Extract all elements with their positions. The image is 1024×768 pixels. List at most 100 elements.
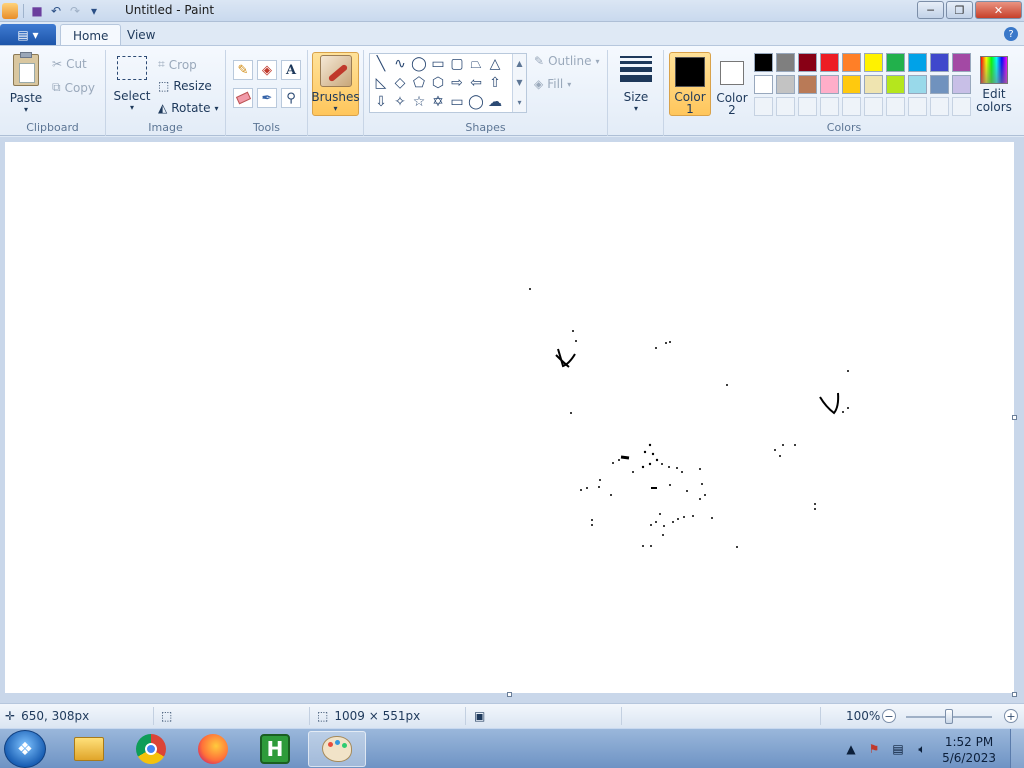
scroll-down-icon[interactable]: ▼ xyxy=(516,78,522,87)
paste-button[interactable]: Paste ▾ xyxy=(8,52,44,114)
zoom-out-button[interactable]: − xyxy=(882,709,896,723)
size-button[interactable]: Size ▾ xyxy=(618,56,654,113)
action-center-icon[interactable]: ⚑ xyxy=(866,741,882,757)
five-point-star-shape-icon[interactable]: ☆ xyxy=(410,93,428,111)
palette-swatch[interactable] xyxy=(754,53,773,72)
palette-swatch[interactable] xyxy=(930,75,949,94)
customize-qat-icon[interactable]: ▾ xyxy=(86,3,102,19)
palette-empty-swatch[interactable] xyxy=(952,97,971,116)
eraser-icon[interactable] xyxy=(233,88,253,108)
polygon-shape-icon[interactable]: ⏢ xyxy=(467,55,485,73)
palette-empty-swatch[interactable] xyxy=(908,97,927,116)
palette-swatch[interactable] xyxy=(776,75,795,94)
palette-empty-swatch[interactable] xyxy=(886,97,905,116)
show-hidden-icons[interactable]: ▲ xyxy=(843,741,859,757)
palette-swatch[interactable] xyxy=(908,53,927,72)
six-point-star-shape-icon[interactable]: ✡ xyxy=(429,93,447,111)
resize-button[interactable]: ⬚ Resize xyxy=(158,79,212,93)
palette-swatch[interactable] xyxy=(952,75,971,94)
taskbar-explorer[interactable] xyxy=(60,731,118,767)
rectangle-shape-icon[interactable]: ▭ xyxy=(429,55,447,73)
palette-empty-swatch[interactable] xyxy=(798,97,817,116)
palette-swatch[interactable] xyxy=(908,75,927,94)
palette-swatch[interactable] xyxy=(754,75,773,94)
oval-callout-shape-icon[interactable]: ◯ xyxy=(467,93,485,111)
close-button[interactable]: ✕ xyxy=(975,1,1022,19)
palette-swatch[interactable] xyxy=(798,53,817,72)
palette-swatch[interactable] xyxy=(798,75,817,94)
start-button[interactable]: ❖ xyxy=(4,730,46,768)
tab-home[interactable]: Home xyxy=(60,24,122,46)
select-dropdown-icon[interactable]: ▾ xyxy=(130,103,134,112)
rounded-rectangle-shape-icon[interactable]: ▢ xyxy=(448,55,466,73)
four-point-star-shape-icon[interactable]: ✧ xyxy=(391,93,409,111)
palette-swatch[interactable] xyxy=(886,53,905,72)
canvas-resize-handle-right[interactable] xyxy=(1012,415,1017,420)
zoom-in-button[interactable]: + xyxy=(1004,709,1018,723)
palette-swatch[interactable] xyxy=(952,53,971,72)
tab-view[interactable]: View xyxy=(115,24,167,46)
crop-button[interactable]: ⌗ Crop xyxy=(158,57,197,72)
curve-shape-icon[interactable]: ∿ xyxy=(391,55,409,73)
up-arrow-shape-icon[interactable]: ⇧ xyxy=(486,74,504,92)
color2-button[interactable]: Color 2 xyxy=(714,54,750,116)
app-menu-button[interactable]: ▤ ▾ xyxy=(0,24,56,45)
down-arrow-shape-icon[interactable]: ⇩ xyxy=(372,93,390,111)
paste-dropdown-icon[interactable]: ▾ xyxy=(24,105,28,114)
taskbar-paint[interactable] xyxy=(308,731,366,767)
save-icon[interactable]: ■ xyxy=(29,3,45,19)
color1-button[interactable]: Color 1 xyxy=(669,52,711,116)
taskbar-firefox[interactable] xyxy=(184,731,242,767)
color-picker-icon[interactable]: ✒ xyxy=(257,88,277,108)
palette-swatch[interactable] xyxy=(886,75,905,94)
fill-bucket-icon[interactable]: ◈ xyxy=(257,60,277,80)
palette-swatch[interactable] xyxy=(864,75,883,94)
canvas-resize-handle-bottom[interactable] xyxy=(507,692,512,697)
triangle-shape-icon[interactable]: △ xyxy=(486,55,504,73)
palette-empty-swatch[interactable] xyxy=(776,97,795,116)
outline-button[interactable]: ✎ Outline ▾ xyxy=(534,54,600,68)
edit-colors-button[interactable]: Edit colors xyxy=(974,54,1014,114)
palette-empty-swatch[interactable] xyxy=(930,97,949,116)
palette-swatch[interactable] xyxy=(820,75,839,94)
palette-empty-swatch[interactable] xyxy=(820,97,839,116)
fill-button[interactable]: ◈ Fill ▾ xyxy=(534,77,571,91)
paint-app-icon[interactable] xyxy=(2,3,18,19)
palette-empty-swatch[interactable] xyxy=(842,97,861,116)
zoom-slider-thumb[interactable] xyxy=(945,709,953,724)
pencil-icon[interactable]: ✎ xyxy=(233,60,253,80)
right-arrow-shape-icon[interactable]: ⇨ xyxy=(448,74,466,92)
pentagon-shape-icon[interactable]: ⬠ xyxy=(410,74,428,92)
palette-swatch[interactable] xyxy=(842,75,861,94)
copy-button[interactable]: ⧉ Copy xyxy=(52,80,95,95)
brushes-button[interactable]: Brushes ▾ xyxy=(311,52,360,116)
diamond-shape-icon[interactable]: ◇ xyxy=(391,74,409,92)
redo-icon[interactable]: ↷ xyxy=(67,3,83,19)
expand-gallery-icon[interactable]: ▾ xyxy=(517,98,521,107)
hexagon-shape-icon[interactable]: ⬡ xyxy=(429,74,447,92)
restore-button[interactable]: ❐ xyxy=(946,1,973,19)
oval-shape-icon[interactable]: ◯ xyxy=(410,55,428,73)
minimize-button[interactable]: ─ xyxy=(917,1,944,19)
palette-swatch[interactable] xyxy=(842,53,861,72)
palette-swatch[interactable] xyxy=(776,53,795,72)
shapes-scrollbar[interactable]: ▲ ▼ ▾ xyxy=(512,54,526,112)
help-icon[interactable]: ? xyxy=(1004,27,1018,41)
magnifier-icon[interactable]: ⚲ xyxy=(281,88,301,108)
undo-icon[interactable]: ↶ xyxy=(48,3,64,19)
palette-swatch[interactable] xyxy=(930,53,949,72)
right-triangle-shape-icon[interactable]: ◺ xyxy=(372,74,390,92)
cloud-callout-shape-icon[interactable]: ☁ xyxy=(486,93,504,111)
palette-swatch[interactable] xyxy=(820,53,839,72)
taskbar-chrome[interactable] xyxy=(122,731,180,767)
select-button[interactable]: Select ▾ xyxy=(112,56,152,112)
drawing-canvas[interactable] xyxy=(5,142,1014,693)
show-desktop-button[interactable] xyxy=(1010,729,1024,768)
taskbar-hiliter[interactable]: H xyxy=(246,731,304,767)
network-icon[interactable]: ▤ xyxy=(890,741,906,757)
line-shape-icon[interactable]: ╲ xyxy=(372,55,390,73)
rotate-button[interactable]: ◭ Rotate ▾ xyxy=(158,101,219,115)
palette-swatch[interactable] xyxy=(864,53,883,72)
palette-empty-swatch[interactable] xyxy=(754,97,773,116)
volume-icon[interactable]: 🔈︎ xyxy=(914,741,930,757)
